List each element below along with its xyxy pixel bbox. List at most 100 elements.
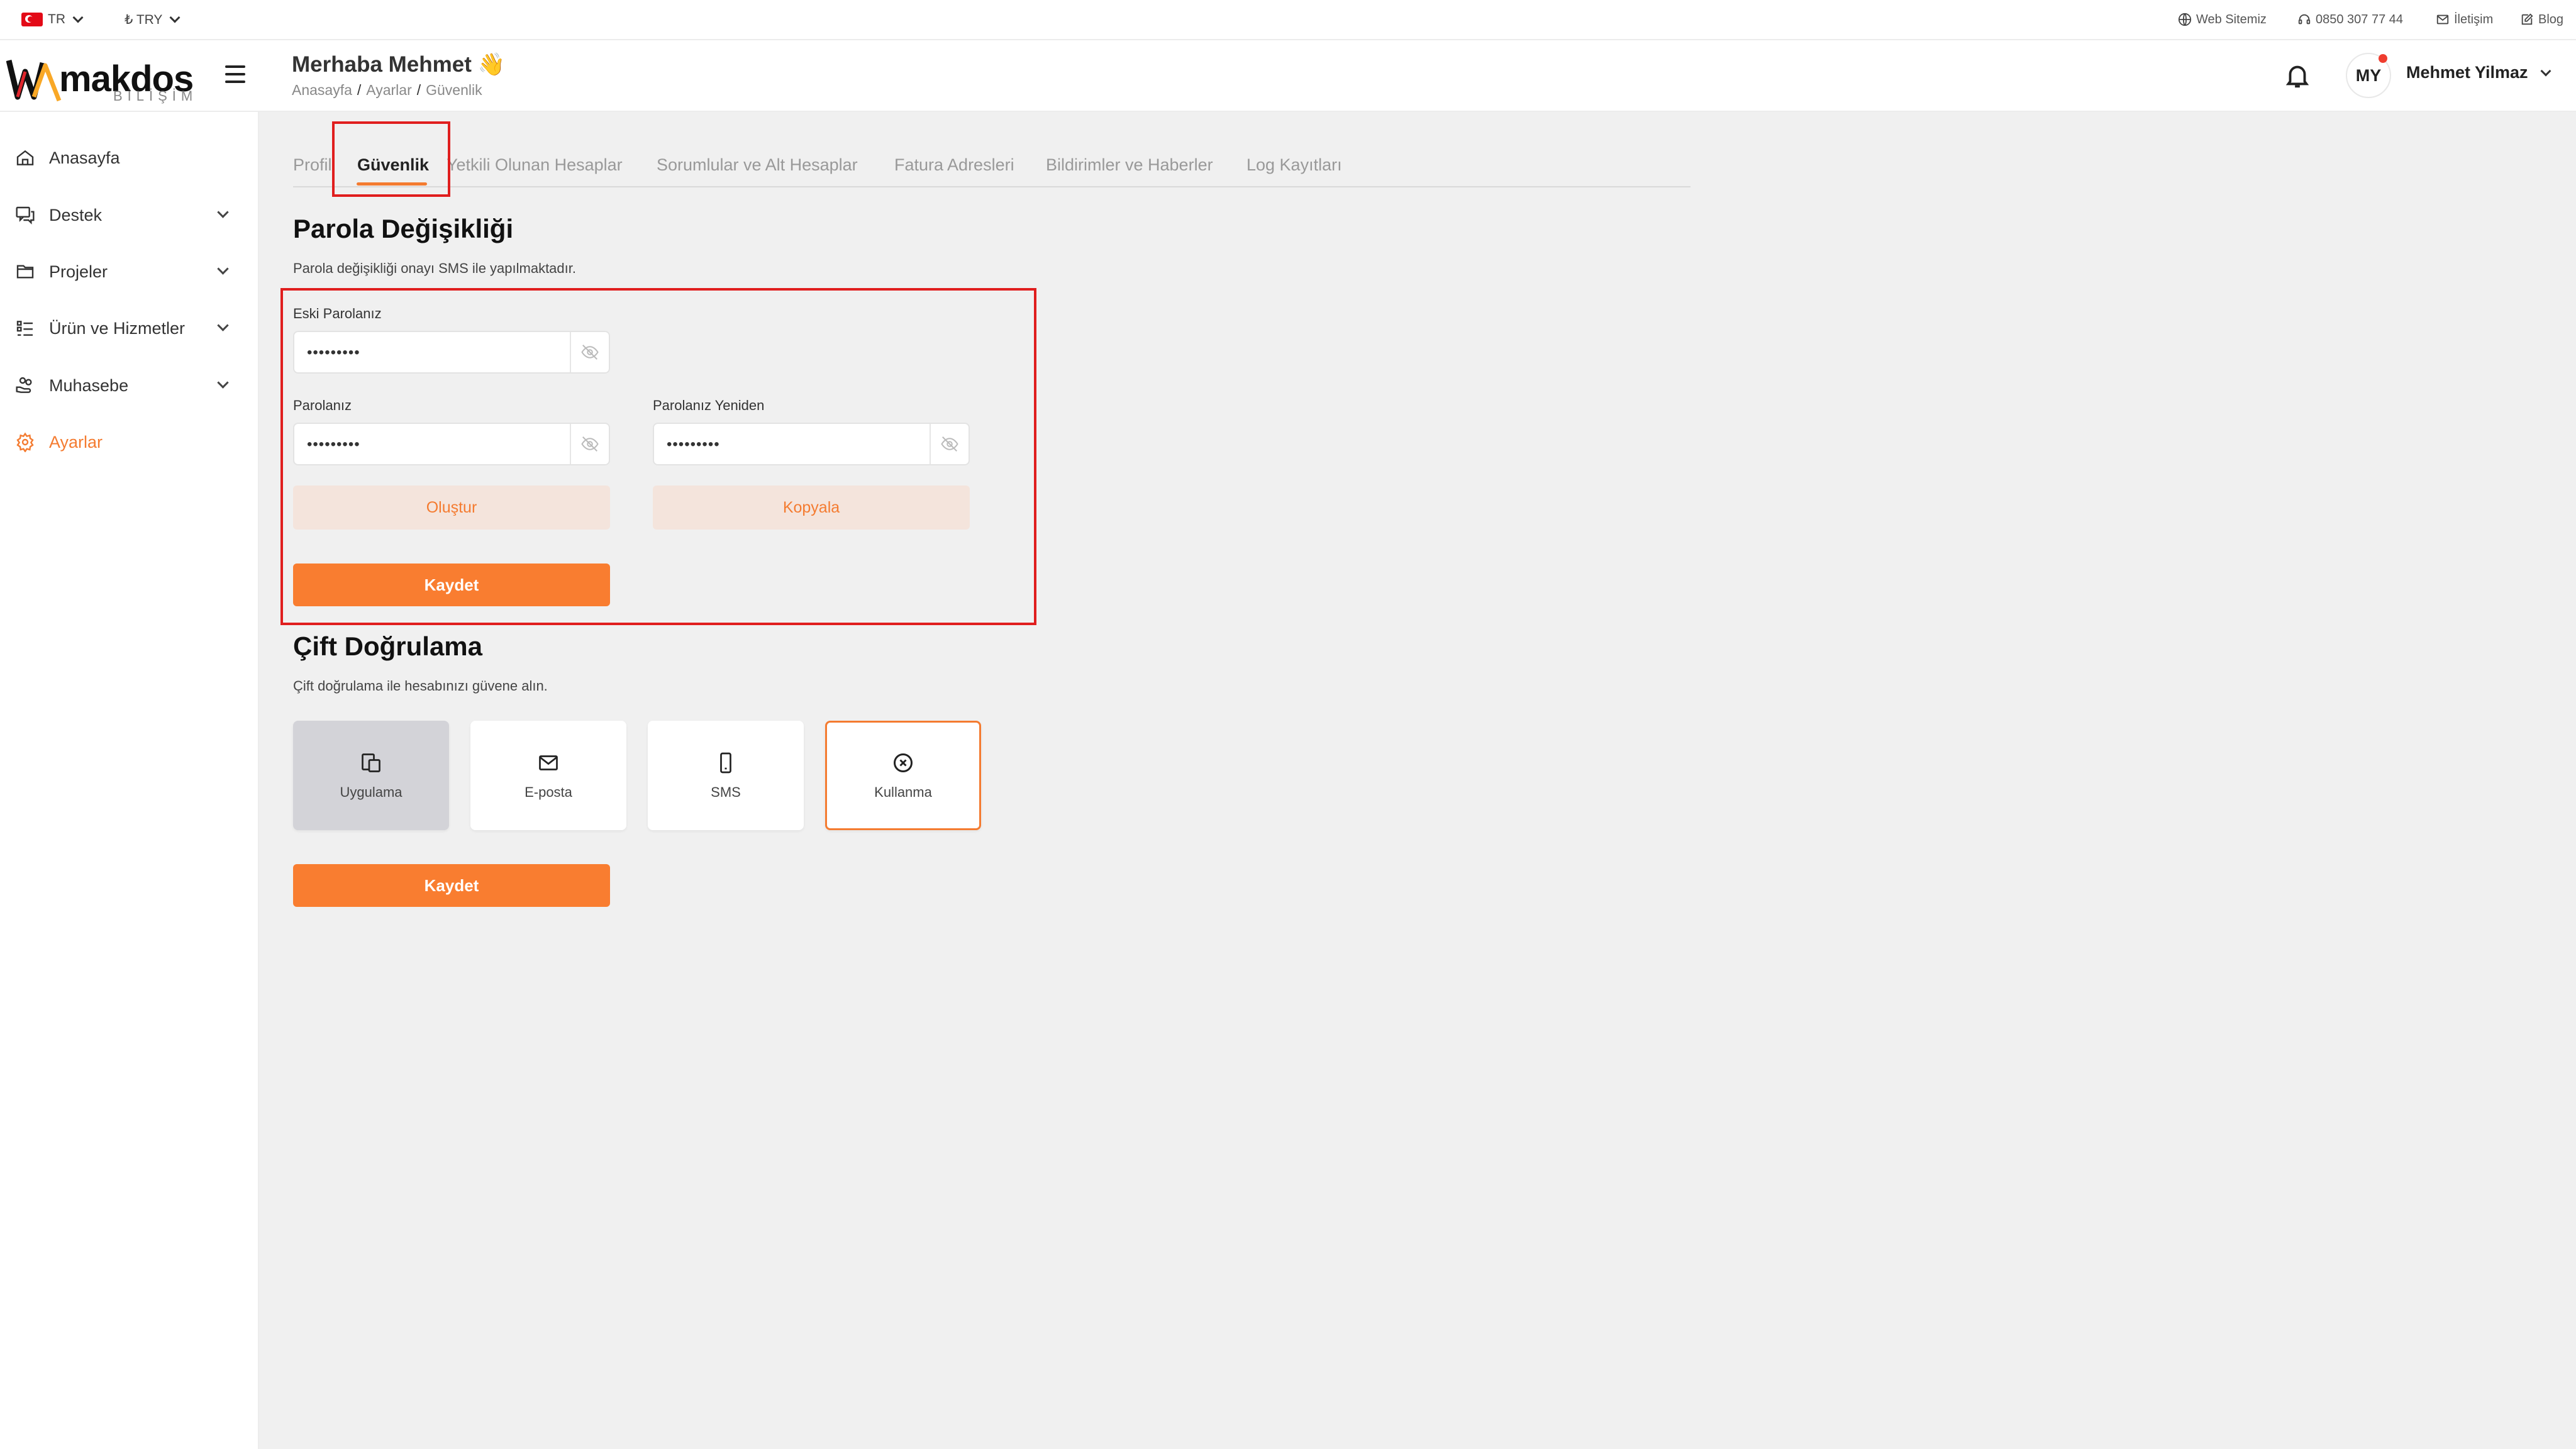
devices-icon [358, 750, 384, 775]
notifications-button[interactable] [2283, 61, 2312, 90]
chevron-down-icon [169, 12, 180, 23]
eye-off-icon[interactable] [570, 424, 609, 464]
mail-icon [536, 750, 561, 775]
turkey-flag-icon [21, 13, 43, 26]
sidebar-item-label: Ayarlar [49, 432, 103, 452]
user-menu[interactable]: Mehmet Yilmaz [2406, 63, 2551, 82]
list-icon [14, 317, 36, 340]
new-password-label: Parolanız [293, 397, 352, 413]
twofa-option-none[interactable]: Kullanma [825, 721, 981, 830]
phone-icon [713, 750, 738, 775]
headset-icon [2297, 12, 2312, 27]
sidebar-item-home[interactable]: Anasayfa [0, 136, 258, 180]
twofa-option-label: SMS [711, 784, 741, 800]
chevron-down-icon [217, 263, 229, 275]
sidebar-item-projects[interactable]: Projeler [0, 250, 258, 294]
notification-dot [2379, 54, 2387, 63]
mail-icon [2435, 12, 2450, 27]
twofa-option-sms[interactable]: SMS [648, 721, 804, 830]
password-section-description: Parola değişikliği onayı SMS ile yapılma… [293, 260, 576, 276]
eye-off-icon[interactable] [570, 332, 609, 372]
contact-link[interactable]: İletişim [2435, 0, 2493, 39]
tab-log-records[interactable]: Log Kayıtları [1246, 143, 1342, 186]
language-selector[interactable]: TR [21, 0, 84, 39]
tab-notifications-news[interactable]: Bildirimler ve Haberler [1046, 143, 1213, 186]
currency-label: ₺ TRY [125, 12, 163, 27]
hamburger-icon [225, 65, 245, 68]
chat-icon [14, 204, 36, 226]
phone-link[interactable]: 0850 307 77 44 [2297, 0, 2403, 39]
sidebar-item-accounting[interactable]: Muhasebe [0, 364, 258, 408]
sidebar-item-label: Projeler [49, 262, 108, 281]
breadcrumb-settings[interactable]: Ayarlar [366, 82, 411, 98]
menu-toggle-button[interactable] [225, 65, 245, 83]
save-twofa-button[interactable]: Kaydet [293, 864, 610, 907]
greeting-title: Merhaba Mehmet 👋 [292, 52, 506, 77]
new-password-input[interactable] [306, 433, 560, 457]
chevron-down-icon [217, 206, 229, 218]
old-password-label: Eski Parolanız [293, 306, 382, 321]
sidebar-item-products[interactable]: Ürün ve Hizmetler [0, 306, 258, 350]
makdos-logo[interactable]: makdos BİLİŞİM [6, 53, 194, 104]
chevron-down-icon [72, 12, 84, 23]
breadcrumb-security: Güvenlik [426, 82, 482, 98]
copy-password-button[interactable]: Kopyala [653, 486, 970, 530]
hamburger-line [225, 73, 245, 75]
edit-icon [2519, 12, 2534, 27]
old-password-input[interactable] [306, 341, 560, 365]
sidebar-item-label: Muhasebe [49, 375, 129, 395]
sidebar-item-label: Destek [49, 205, 103, 225]
logo-subtext: BİLİŞİM [113, 88, 198, 104]
tab-profile[interactable]: Profil [293, 143, 332, 186]
sidebar-item-label: Ürün ve Hizmetler [49, 318, 186, 338]
twofa-option-label: Kullanma [874, 784, 932, 800]
tab-authorized-accounts[interactable]: Yetkili Olunan Hesaplar [447, 143, 623, 186]
sidebar: Anasayfa Destek Projeler Ürün ve Hizmetl… [0, 112, 259, 1449]
twofa-option-label: E-posta [525, 784, 572, 800]
user-name: Mehmet Yilmaz [2406, 63, 2528, 82]
gear-icon [14, 431, 36, 453]
chevron-down-icon [217, 319, 229, 331]
phone-link-label: 0850 307 77 44 [2316, 12, 2404, 26]
new-password-field [293, 423, 610, 465]
generate-password-button[interactable]: Oluştur [293, 486, 610, 530]
settings-tabs: Profil Güvenlik Yetkili Olunan Hesaplar … [293, 143, 1690, 187]
tab-billing-addresses[interactable]: Fatura Adresleri [894, 143, 1014, 186]
currency-selector[interactable]: ₺ TRY [125, 0, 180, 39]
old-password-field [293, 331, 610, 374]
globe-icon [2177, 12, 2192, 27]
twofa-option-app[interactable]: Uygulama [293, 721, 449, 830]
repeat-password-field [653, 423, 970, 465]
repeat-password-input[interactable] [665, 433, 919, 457]
breadcrumb-home[interactable]: Anasayfa [292, 82, 352, 98]
blog-link-label: Blog [2538, 12, 2564, 26]
twofa-option-email[interactable]: E-posta [470, 721, 626, 830]
sidebar-item-label: Anasayfa [49, 148, 120, 167]
contact-link-label: İletişim [2454, 12, 2494, 26]
sidebar-item-support[interactable]: Destek [0, 193, 258, 237]
chevron-down-icon [2540, 65, 2551, 76]
language-label: TR [48, 12, 65, 26]
save-password-button[interactable]: Kaydet [293, 564, 610, 606]
password-section-title: Parola Değişikliği [293, 214, 514, 243]
website-link-label: Web Sitemiz [2196, 12, 2267, 26]
twofa-option-label: Uygulama [340, 784, 402, 800]
highlight-box-tab [332, 121, 450, 197]
tab-responsibles-subaccounts[interactable]: Sorumlular ve Alt Hesaplar [657, 143, 858, 186]
header: makdos BİLİŞİM Merhaba Mehmet 👋 Anasayfa… [0, 40, 2576, 112]
repeat-password-label: Parolanız Yeniden [653, 397, 765, 413]
hand-coins-icon [14, 374, 36, 397]
chevron-down-icon [217, 377, 229, 389]
top-bar: TR ₺ TRY Web Sitemiz 0850 307 77 44 İlet… [0, 0, 2576, 40]
sidebar-item-settings[interactable]: Ayarlar [0, 420, 258, 464]
blog-link[interactable]: Blog [2519, 0, 2563, 39]
twofa-section-description: Çift doğrulama ile hesabınızı güvene alı… [293, 678, 548, 694]
bell-icon [2285, 65, 2309, 88]
website-link[interactable]: Web Sitemiz [2177, 0, 2267, 39]
eye-off-icon[interactable] [930, 424, 969, 464]
breadcrumb-separator: / [357, 82, 362, 98]
folder-icon [14, 260, 36, 283]
twofa-section-title: Çift Doğrulama [293, 631, 483, 661]
home-icon [14, 147, 36, 169]
close-circle-icon [891, 750, 916, 775]
